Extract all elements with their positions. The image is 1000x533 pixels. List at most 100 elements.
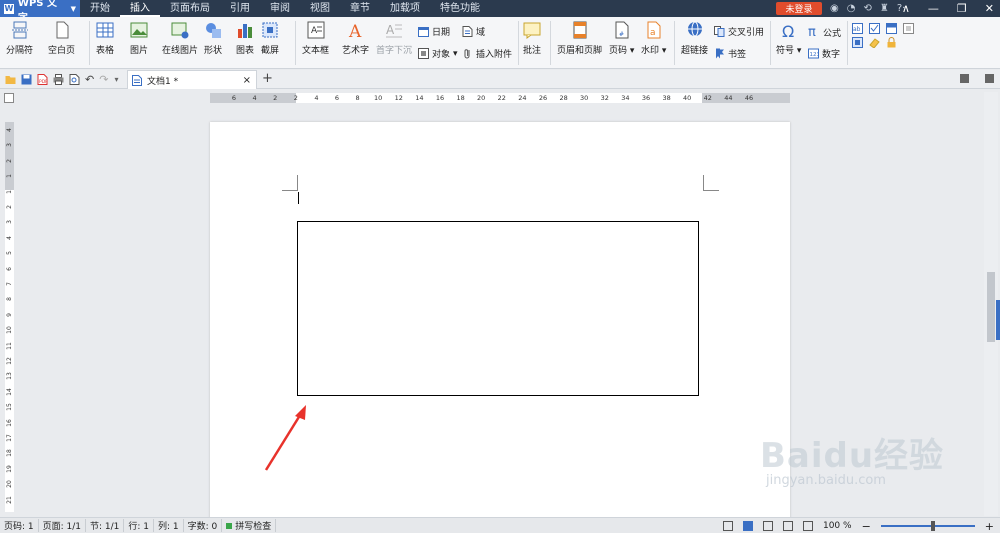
status-word-count[interactable]: 字数: 0 — [184, 519, 223, 532]
page-view-icon[interactable] — [742, 521, 753, 531]
ruler-tick-label: 32 — [600, 94, 609, 102]
bookmark-button[interactable]: 书签 — [714, 47, 746, 60]
redo-icon[interactable]: ↷ — [99, 73, 108, 86]
zoom-slider[interactable] — [880, 521, 975, 531]
checkbox-icon[interactable] — [869, 23, 880, 34]
zoom-level[interactable]: 100 % — [823, 521, 852, 531]
blank-page-button[interactable]: 空白页 — [48, 17, 75, 56]
open-folder-icon[interactable] — [5, 74, 16, 85]
ruler-tick-label: 36 — [641, 94, 651, 102]
comment-button[interactable]: 批注 — [523, 17, 541, 56]
date-button[interactable]: 日期 — [418, 25, 450, 38]
tab-insert[interactable]: 插入 — [120, 0, 160, 17]
lock-icon[interactable] — [886, 37, 897, 48]
tab-stop-selector[interactable] — [4, 93, 14, 103]
symbol-button[interactable]: Ω 符号 ▾ — [776, 17, 801, 56]
screenshot-button[interactable]: 截屏 — [261, 17, 279, 56]
new-tab-button[interactable]: + — [262, 71, 273, 86]
chart-button[interactable]: 图表 — [236, 17, 254, 56]
number-button[interactable]: 123 数字 — [808, 47, 840, 60]
page-number-label: 页码 ▾ — [609, 46, 635, 56]
skin-icon[interactable]: ◉ — [830, 3, 839, 14]
design-mode-icon[interactable] — [852, 37, 863, 48]
picture-button[interactable]: 图片 — [130, 17, 148, 56]
tab-section[interactable]: 章节 — [340, 0, 380, 17]
cross-reference-button[interactable]: 交叉引用 — [714, 25, 764, 38]
reading-mode-icon[interactable] — [802, 521, 813, 531]
ruler-tick-label: 4 — [6, 235, 13, 240]
textbox-button[interactable]: A 文本框 — [302, 17, 329, 56]
side-panel-handle[interactable] — [996, 300, 1000, 340]
svg-text:A: A — [348, 22, 362, 39]
minimize-icon[interactable]: — — [928, 2, 939, 15]
zoom-slider-thumb[interactable] — [930, 521, 935, 531]
ribbon-separator — [770, 21, 771, 65]
scrollbar-thumb[interactable] — [987, 272, 995, 342]
spell-check-toggle[interactable]: 拼写检查 — [222, 519, 277, 532]
rectangle-shape[interactable] — [297, 221, 699, 396]
pdf-export-icon[interactable]: PDF — [37, 73, 48, 85]
document-tab[interactable]: 文档1 * × — [127, 70, 257, 89]
tab-addins[interactable]: 加载项 — [380, 0, 430, 17]
tab-review[interactable]: 审阅 — [260, 0, 300, 17]
chevron-down-icon: ▾ — [453, 48, 458, 59]
login-button[interactable]: 未登录 — [776, 2, 822, 15]
page-break-button[interactable]: 分隔符 — [6, 17, 33, 56]
web-view-icon[interactable] — [782, 521, 793, 531]
wordart-button[interactable]: A 艺术字 — [342, 17, 369, 56]
vertical-ruler[interactable]: 4 3 2 1 1 2 3 4 5 6 7 8 9 10 11 12 13 14 15 16 17 18 19 20 21 — [5, 122, 14, 512]
zoom-out-button[interactable]: − — [862, 520, 871, 533]
customize-qat-icon[interactable]: ▾ — [114, 75, 118, 84]
fullscreen-view-icon[interactable] — [722, 521, 733, 531]
header-footer-button[interactable]: 页眉和页脚 — [557, 17, 602, 56]
shape-button[interactable]: 形状 — [204, 17, 222, 56]
number-icon: 123 — [808, 48, 819, 59]
ruler-tick-label: 7 — [6, 282, 13, 286]
textbox-icon: A — [307, 21, 324, 39]
attachment-button[interactable]: 插入附件 — [462, 47, 512, 60]
close-tab-icon[interactable]: × — [243, 75, 251, 86]
status-page[interactable]: 页码: 1 — [0, 519, 39, 532]
tab-references[interactable]: 引用 — [220, 0, 260, 17]
close-icon[interactable]: ✕ — [985, 2, 994, 15]
object-button[interactable]: 对象 ▾ — [418, 47, 458, 60]
watermark-button[interactable]: a 水印 ▾ — [641, 17, 666, 56]
control-props-icon[interactable] — [903, 23, 914, 34]
tab-page-layout[interactable]: 页面布局 — [160, 0, 220, 17]
horizontal-ruler[interactable]: 6 4 2 2 4 6 8 10 12 14 16 18 20 22 24 26 28 30 32 34 36 38 40 4… — [210, 93, 790, 103]
print-icon[interactable] — [53, 73, 64, 85]
shirt-icon[interactable]: ♜ — [880, 3, 889, 14]
outline-view-icon[interactable] — [762, 521, 773, 531]
doc-list-icon[interactable] — [985, 74, 994, 83]
online-picture-button[interactable]: 在线图片 — [162, 17, 198, 56]
svg-text:a: a — [650, 28, 656, 38]
collapse-ribbon-icon[interactable]: ∧ — [902, 2, 910, 15]
ruler-tick-label: 38 — [662, 94, 671, 102]
tab-home[interactable]: 开始 — [80, 0, 120, 17]
share-icon[interactable]: ⟲ — [863, 3, 871, 14]
table-button[interactable]: 表格 — [96, 17, 114, 56]
form-text-icon[interactable]: ab — [852, 23, 863, 34]
ruler-tick-label: 6 — [334, 94, 340, 102]
tab-view[interactable]: 视图 — [300, 0, 340, 17]
feedback-icon[interactable]: ◔ — [847, 3, 856, 14]
restore-icon[interactable]: ❐ — [957, 2, 967, 15]
status-pages: 页面: 1/1 — [39, 519, 87, 532]
svg-text:Ω: Ω — [782, 22, 794, 39]
field-button[interactable]: 域 — [462, 25, 485, 38]
formula-button[interactable]: π 公式 — [808, 25, 841, 40]
zoom-in-button[interactable]: + — [985, 520, 994, 533]
title-icons: ◉ ◔ ⟲ ♜ ?· — [830, 0, 905, 17]
undo-icon[interactable]: ↶ — [85, 73, 94, 86]
tab-special[interactable]: 特色功能 — [430, 0, 490, 17]
insert-ribbon: 分隔符 空白页 表格 图片 在线图片 形状 图表 截屏 A 文本框 A 艺术字 … — [0, 17, 1000, 69]
combobox-icon[interactable] — [886, 23, 897, 34]
save-icon[interactable] — [21, 74, 32, 85]
eraser-icon[interactable] — [869, 37, 880, 48]
drop-cap-button[interactable]: A 首字下沉 — [376, 17, 412, 56]
restore-window-icon[interactable] — [960, 74, 969, 83]
print-preview-icon[interactable] — [69, 73, 80, 85]
app-menu-button[interactable]: W WPS 文字 ▼ — [0, 0, 80, 24]
page-number-button[interactable]: # 页码 ▾ — [609, 17, 634, 56]
hyperlink-button[interactable]: 超链接 — [681, 17, 708, 56]
